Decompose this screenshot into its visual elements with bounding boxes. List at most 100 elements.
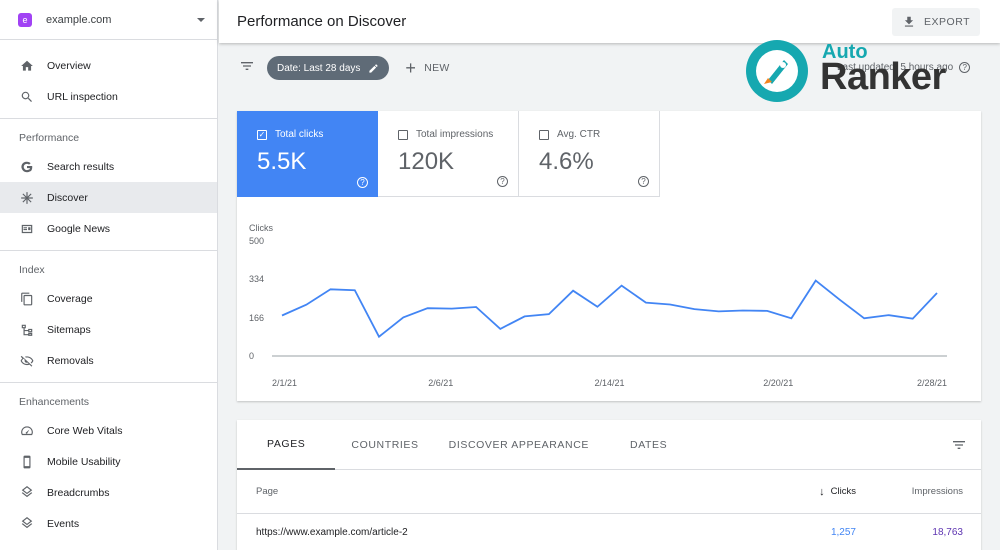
dimension-tabs: PAGES COUNTRIES DISCOVER APPEARANCE DATE… — [237, 420, 981, 470]
metric-total-impressions[interactable]: Total impressions 120K ? — [378, 111, 519, 197]
nav-group-top: Overview URL inspection — [0, 40, 217, 119]
metric-label-row: Avg. CTR — [539, 129, 659, 140]
tab-dates[interactable]: DATES — [604, 420, 693, 470]
tab-countries[interactable]: COUNTRIES — [335, 420, 433, 470]
edit-icon — [369, 63, 379, 73]
date-filter-chip[interactable]: Date: Last 28 days — [267, 56, 390, 80]
sidebar-item-breadcrumbs[interactable]: Breadcrumbs — [0, 477, 217, 508]
copy-icon — [19, 291, 35, 307]
group-label-enhancements: Enhancements — [19, 396, 90, 408]
column-header-impressions[interactable]: Impressions — [912, 486, 963, 497]
metric-avg-ctr[interactable]: Avg. CTR 4.6% ? — [519, 111, 660, 197]
google-g-icon — [19, 159, 35, 175]
sidebar-item-url-inspection[interactable]: URL inspection — [0, 81, 217, 112]
sort-arrow-down-icon: ↓ — [819, 485, 825, 498]
metric-label-row: ✓ Total clicks — [257, 129, 378, 140]
metric-label: Total clicks — [275, 129, 324, 140]
sidebar-item-label: Events — [47, 517, 80, 530]
group-label-performance: Performance — [19, 132, 80, 144]
column-header-page[interactable]: Page — [256, 486, 278, 497]
tab-pages[interactable]: PAGES — [237, 420, 336, 470]
sidebar-item-core-web-vitals[interactable]: Core Web Vitals — [0, 415, 217, 446]
help-icon[interactable]: ? — [638, 176, 649, 187]
download-icon — [904, 16, 914, 27]
sidebar-item-overview[interactable]: Overview — [0, 50, 217, 81]
sidebar-item-label: Removals — [47, 354, 94, 367]
nav-group-performance: Performance Search results Discover Goog… — [0, 119, 217, 251]
filter-icon[interactable] — [239, 58, 255, 79]
layers-icon — [19, 485, 35, 501]
sidebar-item-label: Sitemaps — [47, 323, 91, 336]
help-icon[interactable]: ? — [497, 176, 508, 187]
news-icon — [19, 221, 35, 237]
sidebar: e example.com Overview URL inspection Pe… — [0, 0, 218, 550]
group-label-index: Index — [19, 264, 45, 276]
tab-discover-appearance[interactable]: DISCOVER APPEARANCE — [434, 420, 604, 470]
column-header-clicks[interactable]: ↓ Clicks — [819, 486, 856, 498]
property-selector[interactable]: e example.com — [0, 0, 217, 40]
export-label: EXPORT — [924, 15, 970, 28]
dimension-table-card: PAGES COUNTRIES DISCOVER APPEARANCE DATE… — [237, 420, 981, 550]
layers-icon — [19, 516, 35, 532]
asterisk-icon — [19, 190, 35, 206]
metric-value: 4.6% — [539, 148, 594, 175]
nav-group-enhancements: Enhancements Core Web Vitals Mobile Usab… — [0, 383, 217, 545]
sidebar-item-discover[interactable]: Discover — [0, 182, 217, 213]
series-line-clicks — [281, 279, 938, 339]
y-tick-label: 334 — [249, 274, 264, 284]
property-icon: e — [18, 12, 32, 27]
checkbox-icon — [539, 129, 549, 140]
home-icon — [19, 58, 35, 74]
metric-label-row: Total impressions — [398, 129, 518, 140]
sidebar-item-label: Overview — [47, 59, 91, 72]
sidebar-item-sitemaps[interactable]: Sitemaps — [0, 314, 217, 345]
search-icon — [19, 89, 35, 105]
sidebar-item-events[interactable]: Events — [0, 508, 217, 539]
help-icon[interactable]: ? — [357, 177, 368, 188]
sidebar-item-label: Google News — [47, 222, 111, 235]
sidebar-item-label: Search results — [47, 160, 115, 173]
new-filter-label: NEW — [424, 62, 450, 74]
sidebar-item-label: Breadcrumbs — [47, 486, 110, 499]
plus-icon: + — [405, 58, 417, 78]
metric-label: Avg. CTR — [557, 129, 601, 140]
y-tick-label: 0 — [249, 351, 254, 361]
chevron-down-icon — [197, 17, 205, 22]
autoranker-logo: Auto Ranker — [744, 38, 974, 104]
sidebar-item-search-results[interactable]: Search results — [0, 151, 217, 182]
clicks-line-chart: Clicks 500 334 166 0 2/1/21 2/6/21 2/14/21 2/2… — [249, 223, 947, 388]
x-tick-label: 2/20/21 — [763, 378, 793, 388]
checkbox-icon — [398, 129, 408, 140]
export-button[interactable]: EXPORT — [892, 7, 980, 36]
phone-icon — [19, 454, 35, 470]
y-tick-labels: 500 334 166 0 — [249, 236, 264, 361]
sidebar-item-mobile-usability[interactable]: Mobile Usability — [0, 446, 217, 477]
page-header: Performance on Discover EXPORT — [219, 0, 1000, 43]
sidebar-item-removals[interactable]: Removals — [0, 345, 217, 376]
row-page-url[interactable]: https://www.example.com/article-2 — [256, 527, 408, 538]
table-filter-icon[interactable] — [951, 437, 967, 458]
sitemap-icon — [19, 322, 35, 338]
speed-icon — [19, 423, 35, 439]
metric-label: Total impressions — [416, 129, 494, 140]
x-tick-label: 2/14/21 — [594, 378, 624, 388]
y-axis-label: Clicks — [249, 223, 273, 233]
date-filter-label: Date: Last 28 days — [277, 62, 361, 74]
sidebar-item-google-news[interactable]: Google News — [0, 213, 217, 244]
row-impressions: 18,763 — [932, 526, 963, 538]
metric-total-clicks[interactable]: ✓ Total clicks 5.5K ? — [237, 111, 378, 197]
y-tick-label: 166 — [249, 313, 264, 323]
nav-group-index: Index Coverage Sitemaps Removals — [0, 251, 217, 383]
sidebar-item-label: Discover — [47, 191, 88, 204]
x-tick-label: 2/6/21 — [428, 378, 453, 388]
table-header: Page ↓ Clicks Impressions — [237, 470, 981, 514]
new-filter-button[interactable]: + NEW — [405, 59, 449, 77]
sidebar-item-coverage[interactable]: Coverage — [0, 283, 217, 314]
y-tick-label: 500 — [249, 236, 264, 246]
column-header-clicks-label: Clicks — [830, 486, 856, 497]
sidebar-item-label: Coverage — [47, 292, 93, 305]
page-title: Performance on Discover — [237, 13, 407, 30]
row-clicks: 1,257 — [830, 526, 856, 538]
x-tick-label: 2/1/21 — [272, 378, 297, 388]
table-row[interactable]: https://www.example.com/article-2 1,257 … — [237, 514, 981, 550]
